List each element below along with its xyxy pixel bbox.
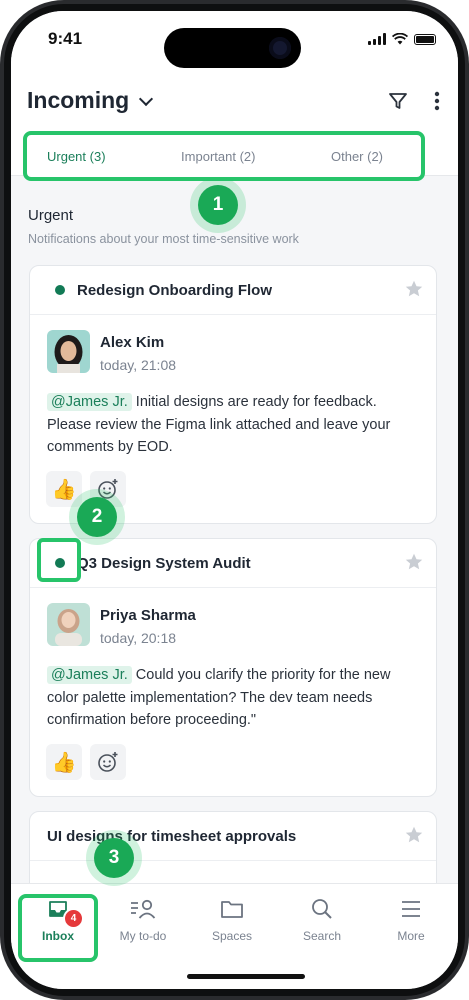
- todo-icon: [131, 899, 156, 919]
- phone-screen: 9:41 Incoming Urgent (3) Important (2) O…: [11, 11, 458, 989]
- status-icons: [368, 33, 436, 45]
- card-header: Q3 Design System Audit: [30, 539, 436, 588]
- notification-count-badge: 4: [63, 908, 84, 929]
- category-tabs: Urgent (3) Important (2) Other (2): [23, 131, 425, 181]
- search-icon: [312, 899, 332, 919]
- thumbs-up-reaction[interactable]: 👍: [46, 471, 82, 507]
- unread-indicator: [55, 285, 65, 295]
- camera-icon: [269, 37, 291, 59]
- message-timestamp: today, 21:08: [100, 357, 177, 373]
- avatar: [47, 330, 90, 373]
- status-time: 9:41: [48, 29, 83, 48]
- dynamic-island: [164, 28, 301, 68]
- card-header: UI designs for timesheet approvals: [30, 812, 436, 861]
- menu-icon: [402, 901, 420, 917]
- phone-frame: 9:41 Incoming Urgent (3) Important (2) O…: [0, 0, 469, 1000]
- nav-item-more[interactable]: More: [371, 898, 451, 943]
- message-body: @James Jr. Could you clarify the priorit…: [47, 664, 425, 732]
- folder-icon: [221, 901, 243, 918]
- filter-icon[interactable]: [388, 91, 408, 111]
- mention-tag[interactable]: @James Jr.: [47, 393, 132, 411]
- tab-other[interactable]: Other (2): [331, 149, 383, 164]
- card-title: UI designs for timesheet approvals: [47, 828, 297, 845]
- unread-indicator-highlight: [37, 538, 81, 582]
- wifi-icon: [392, 33, 408, 45]
- message-timestamp: today, 20:18: [100, 630, 177, 646]
- annotation-marker-2: 2: [77, 497, 117, 537]
- card-header: Redesign Onboarding Flow: [30, 266, 436, 315]
- header: Incoming Urgent (3) Important (2) Other …: [11, 71, 458, 181]
- card-author: Priya Sharma today, 20:18: [47, 603, 196, 646]
- nav-label: My to-do: [119, 929, 167, 943]
- chevron-down-icon: [139, 91, 154, 106]
- star-icon[interactable]: [404, 552, 424, 572]
- nav-item-inbox[interactable]: 4 Inbox: [18, 898, 98, 943]
- page-title: Incoming: [27, 87, 130, 113]
- annotation-marker-1: 1: [198, 185, 238, 225]
- nav-label: Search: [302, 929, 342, 943]
- add-emoji-icon: [98, 752, 118, 772]
- card-title: Redesign Onboarding Flow: [77, 282, 272, 299]
- section-title: Urgent: [28, 207, 74, 224]
- avatar: [47, 603, 90, 646]
- notification-card[interactable]: Q3 Design System Audit Priya Sharma toda…: [29, 538, 437, 797]
- annotation-marker-3: 3: [94, 838, 134, 878]
- signal-icon: [368, 33, 386, 45]
- more-vertical-icon[interactable]: [434, 91, 440, 111]
- card-title: Q3 Design System Audit: [77, 555, 251, 572]
- inbox-filter-dropdown[interactable]: Incoming: [27, 87, 154, 114]
- thumbs-up-reaction[interactable]: 👍: [46, 744, 82, 780]
- nav-label: Inbox: [42, 929, 74, 943]
- author-name: Priya Sharma: [100, 607, 196, 624]
- nav-item-my-todo[interactable]: My to-do: [103, 898, 183, 943]
- battery-icon: [414, 33, 436, 45]
- star-icon[interactable]: [404, 825, 424, 845]
- nav-item-search[interactable]: Search: [282, 898, 362, 943]
- card-author: Alex Kim today, 21:08: [47, 330, 176, 373]
- author-name: Alex Kim: [100, 334, 165, 351]
- header-actions: [388, 91, 440, 111]
- add-reaction-button[interactable]: [90, 744, 126, 780]
- tab-urgent[interactable]: Urgent (3): [47, 149, 106, 164]
- notification-card[interactable]: Redesign Onboarding Flow Alex Kim today,…: [29, 265, 437, 524]
- nav-label: Spaces: [211, 929, 253, 943]
- star-icon[interactable]: [404, 279, 424, 299]
- reactions: 👍: [46, 744, 126, 780]
- nav-item-spaces[interactable]: Spaces: [192, 898, 272, 943]
- mention-tag[interactable]: @James Jr.: [47, 666, 132, 684]
- message-body: @James Jr. Initial designs are ready for…: [47, 391, 425, 459]
- home-indicator: [187, 974, 305, 979]
- tab-important[interactable]: Important (2): [181, 149, 255, 164]
- nav-label: More: [397, 929, 425, 943]
- section-subtitle: Notifications about your most time-sensi…: [28, 232, 299, 246]
